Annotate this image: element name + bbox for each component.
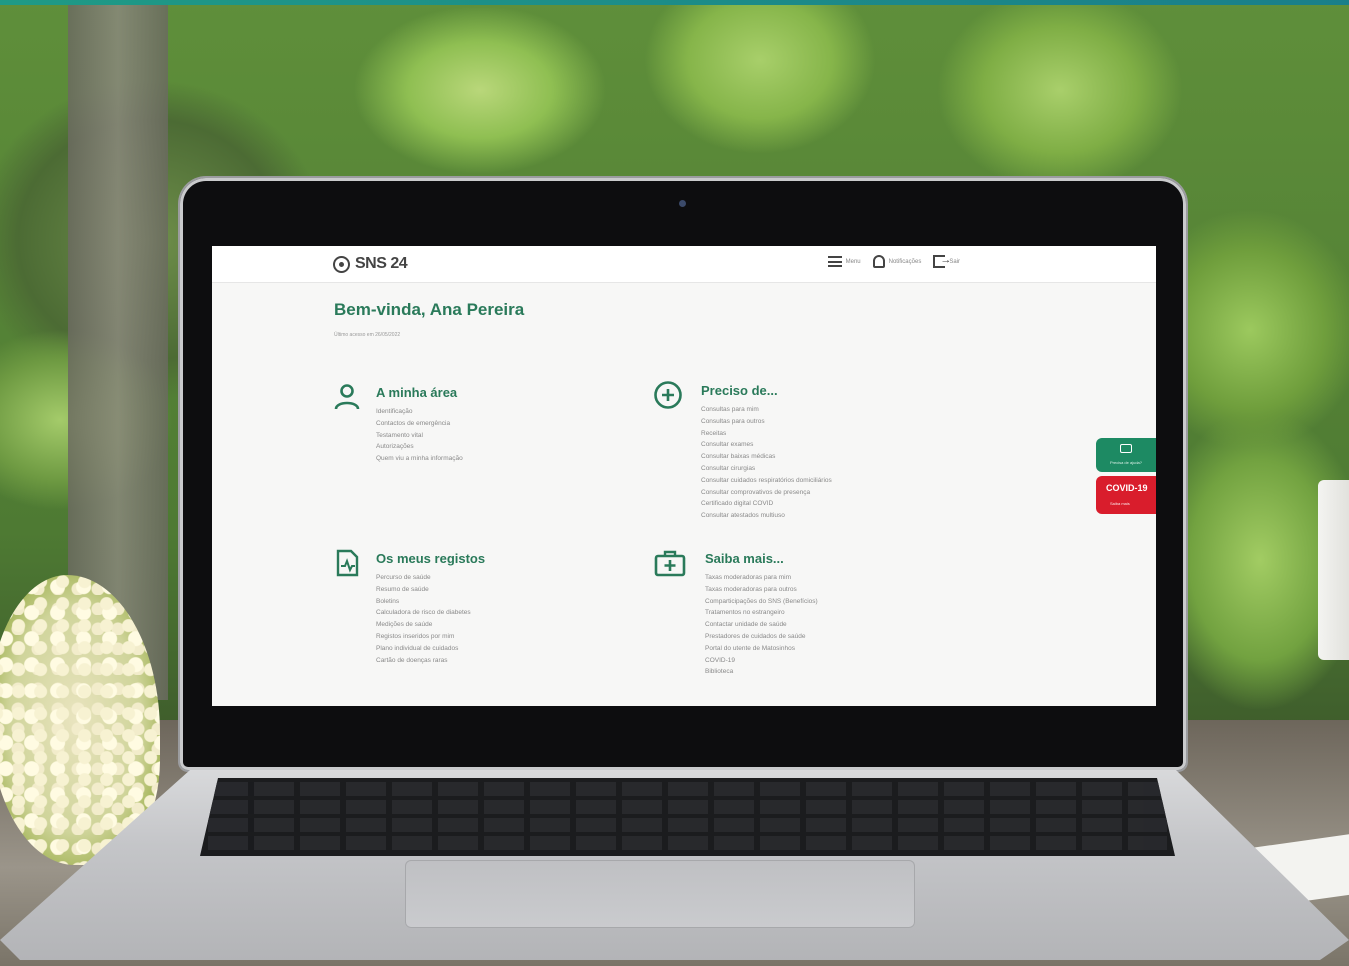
link-item[interactable]: Comparticipações do SNS (Benefícios) [705, 596, 818, 608]
covid-tab[interactable]: COVID-19 Saiba mais [1096, 476, 1156, 514]
link-item[interactable]: Receitas [701, 428, 832, 440]
section-links: Taxas moderadoras para mim Taxas moderad… [705, 572, 818, 678]
link-item[interactable]: Plano individual de cuidados [376, 643, 471, 655]
link-item[interactable]: COVID-19 [705, 655, 818, 667]
link-item[interactable]: Cartão de doenças raras [376, 655, 471, 667]
top-accent-bar [0, 0, 1349, 5]
link-item[interactable]: Calculadora de risco de diabetes [376, 607, 471, 619]
link-item[interactable]: Consultar comprovativos de presença [701, 487, 832, 499]
notifications-button[interactable]: Notificações [872, 255, 922, 268]
link-item[interactable]: Testamento vital [376, 430, 463, 442]
link-item[interactable]: Medições de saúde [376, 619, 471, 631]
section-links: Consultas para mim Consultas para outros… [701, 404, 832, 522]
laptop-trackpad [405, 860, 915, 928]
link-item[interactable]: Consultar cuidados respiratórios domicil… [701, 475, 832, 487]
laptop-screen: SNS 24 Menu Notificações Sair Bem-vinda,… [212, 246, 1156, 706]
person-icon [334, 384, 360, 410]
plus-circle-icon [654, 381, 682, 409]
link-item[interactable]: Contactos de emergência [376, 418, 463, 430]
cup-decoration [1318, 480, 1349, 660]
link-item[interactable]: Resumo de saúde [376, 584, 471, 596]
link-item[interactable]: Identificação [376, 406, 463, 418]
section-links: Identificação Contactos de emergência Te… [376, 406, 463, 465]
link-item[interactable]: Percurso de saúde [376, 572, 471, 584]
link-item[interactable]: Consultar cirurgias [701, 463, 832, 475]
link-item[interactable]: Prestadores de cuidados de saúde [705, 631, 818, 643]
section-title: Saiba mais... [705, 551, 784, 566]
link-item[interactable]: Consultas para outros [701, 416, 832, 428]
sns24-logo-icon [333, 255, 350, 273]
section-title: Os meus registos [376, 551, 486, 566]
link-item[interactable]: Boletins [376, 596, 471, 608]
help-tab[interactable]: Precisa de ajuda? [1096, 438, 1156, 472]
document-icon [336, 549, 359, 577]
logo-text: SNS 24 [355, 255, 408, 272]
notifications-label: Notificações [888, 258, 922, 265]
section-title: A minha área [376, 385, 458, 400]
link-item[interactable]: Autorizações [376, 441, 463, 453]
hamburger-icon [827, 256, 842, 267]
sns24-logo[interactable]: SNS 24 [333, 255, 408, 273]
side-tabs: Precisa de ajuda? COVID-19 Saiba mais [1096, 438, 1156, 514]
medical-kit-icon [654, 550, 686, 577]
section-links: Percurso de saúde Resumo de saúde Boleti… [376, 572, 471, 666]
covid-tab-sub: Saiba mais [1110, 501, 1130, 506]
link-item[interactable]: Consultar exames [701, 439, 832, 451]
link-item[interactable]: Quem viu a minha informação [376, 453, 463, 465]
link-item[interactable]: Taxas moderadoras para mim [705, 572, 818, 584]
link-item[interactable]: Consultas para mim [701, 404, 832, 416]
link-item[interactable]: Biblioteca [705, 666, 818, 678]
welcome-title: Bem-vinda, Ana Pereira [334, 300, 525, 319]
link-item[interactable]: Certificado digital COVID [701, 498, 832, 510]
site-header: SNS 24 Menu Notificações Sair [212, 246, 1156, 283]
laptop-keyboard [200, 778, 1175, 856]
chat-icon [1120, 444, 1132, 453]
link-item[interactable]: Portal do utente de Matosinhos [705, 643, 818, 655]
link-item[interactable]: Consultar atestados multiuso [701, 510, 832, 522]
link-item[interactable]: Consultar baixas médicas [701, 451, 832, 463]
link-item[interactable]: Taxas moderadoras para outros [705, 584, 818, 596]
webcam-icon [679, 200, 686, 207]
last-access-text: Último acesso em 26/05/2022 [334, 332, 401, 338]
covid-tab-title: COVID-19 [1106, 483, 1148, 493]
logout-button[interactable]: Sair [933, 254, 960, 268]
link-item[interactable]: Contactar unidade de saúde [705, 619, 818, 631]
menu-button[interactable]: Menu [827, 256, 861, 267]
bell-icon [872, 255, 885, 268]
help-tab-label: Precisa de ajuda? [1109, 460, 1143, 465]
link-item[interactable]: Tratamentos no estrangeiro [705, 607, 818, 619]
section-title: Preciso de... [701, 383, 778, 398]
header-nav: Menu Notificações Sair [827, 254, 960, 268]
link-item[interactable]: Registos inseridos por mim [376, 631, 471, 643]
menu-label: Menu [845, 258, 861, 265]
exit-icon [933, 254, 951, 268]
